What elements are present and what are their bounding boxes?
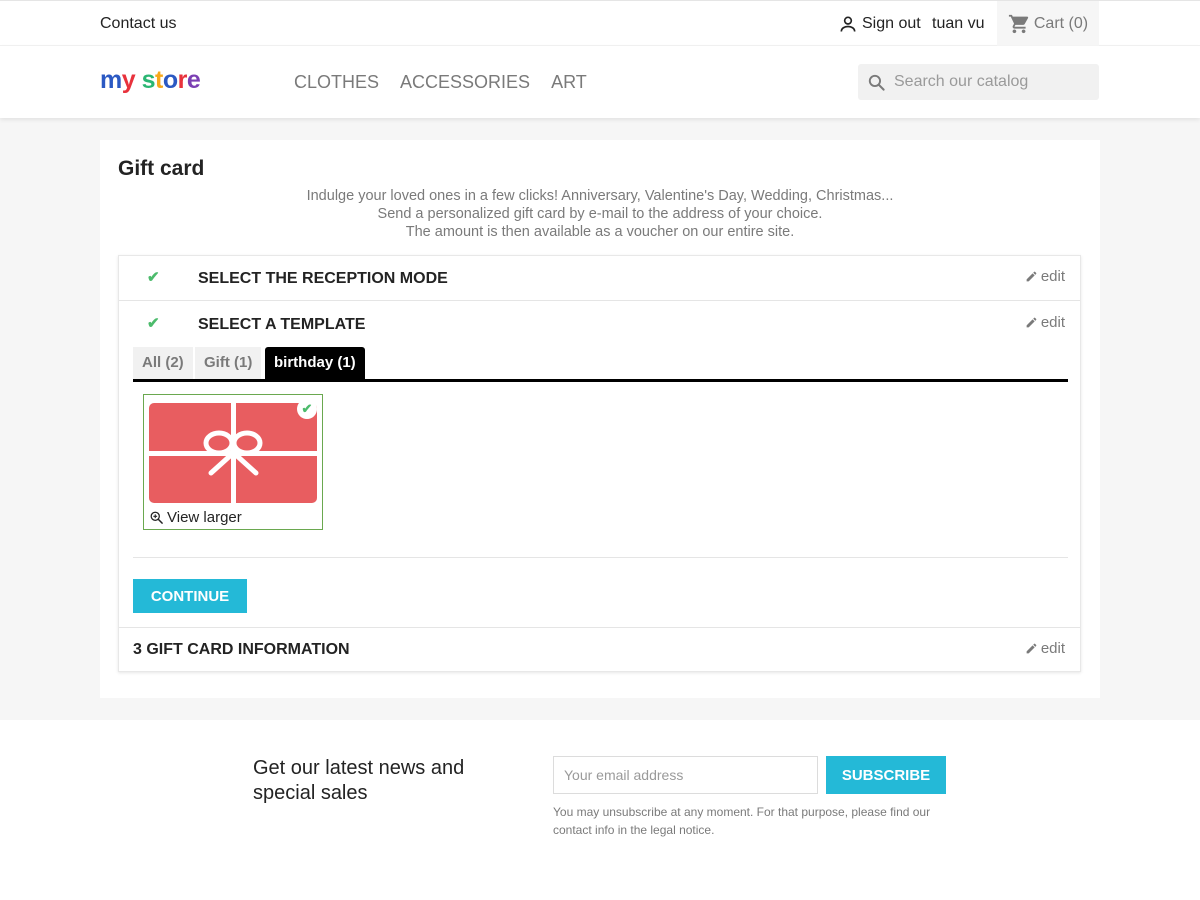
logo-letter: s <box>141 66 156 94</box>
intro-line-1: Indulge your loved ones in a few clicks!… <box>306 188 894 204</box>
logo-letter: t <box>155 66 163 94</box>
step-reception-mode[interactable]: ✔ SELECT THE RECEPTION MODE edit <box>119 256 1080 301</box>
cart-label: Cart (0) <box>1033 14 1089 32</box>
page-title: Gift card <box>118 157 205 180</box>
step-reception-mode-title: SELECT THE RECEPTION MODE <box>198 270 448 287</box>
top-bar: Contact us Sign out tuan vu Cart (0) <box>0 0 1200 46</box>
logo-letter: o <box>162 66 178 94</box>
contact-us-link[interactable]: Contact us <box>100 15 176 33</box>
search-icon[interactable] <box>867 73 886 92</box>
logo-letter: r <box>177 66 188 94</box>
template-card-selected[interactable]: ✔ View larger <box>143 394 323 530</box>
nav-art[interactable]: ART <box>551 72 587 93</box>
check-icon: ✔ <box>147 269 160 286</box>
pencil-icon <box>1026 317 1037 328</box>
newsletter-note: You may unsubscribe at any moment. For t… <box>553 805 931 837</box>
nav-clothes[interactable]: CLOTHES <box>294 72 379 93</box>
edit-gift-card-information-link[interactable]: edit <box>1025 640 1065 657</box>
search-input[interactable] <box>894 73 1094 91</box>
step-divider <box>133 557 1068 558</box>
step-select-template: ✔ SELECT A TEMPLATE edit All (2) Gift (1… <box>119 302 1080 628</box>
tab-birthday[interactable]: birthday (1) <box>265 347 365 379</box>
step-select-template-title: SELECT A TEMPLATE <box>198 316 366 333</box>
continue-button[interactable]: CONTINUE <box>133 579 247 613</box>
logo-letter: e <box>186 66 201 94</box>
store-logo[interactable]: my store <box>100 66 201 95</box>
edit-template-link[interactable]: edit <box>1025 314 1065 331</box>
gift-card-steps: ✔ SELECT THE RECEPTION MODE edit ✔ SELEC… <box>118 255 1081 672</box>
view-larger-label: View larger <box>167 509 242 526</box>
cart-button[interactable]: Cart (0) <box>997 1 1099 46</box>
step-gift-card-information[interactable]: 3 GIFT CARD INFORMATION edit <box>119 628 1080 672</box>
zoom-in-icon <box>150 511 163 524</box>
sign-out-link[interactable]: Sign out <box>838 14 921 34</box>
edit-label: edit <box>1040 268 1065 285</box>
logo-letter: y <box>121 66 136 94</box>
nav-accessories[interactable]: ACCESSORIES <box>400 72 530 93</box>
edit-label: edit <box>1040 640 1065 657</box>
template-category-tabs: All (2) Gift (1) birthday (1) <box>133 347 1068 382</box>
pencil-icon <box>1026 271 1037 282</box>
check-icon: ✔ <box>147 315 160 332</box>
selected-check-icon: ✔ <box>297 399 317 419</box>
logo-letter: m <box>100 66 122 94</box>
cart-icon <box>1008 14 1029 33</box>
main-header: my store CLOTHES ACCESSORIES ART <box>0 46 1200 118</box>
intro-text: Indulge your loved ones in a few clicks!… <box>118 187 1082 241</box>
pencil-icon <box>1026 643 1037 654</box>
user-icon <box>840 16 856 32</box>
newsletter-email-input[interactable] <box>553 756 818 794</box>
subscribe-button[interactable]: SUBSCRIBE <box>826 756 946 794</box>
edit-reception-mode-link[interactable]: edit <box>1025 268 1065 285</box>
view-larger-link[interactable]: View larger <box>149 509 242 526</box>
sign-out-label: Sign out <box>862 15 921 32</box>
newsletter-title: Get our latest news and special sales <box>253 757 465 804</box>
intro-line-2: Send a personalized gift card by e-mail … <box>377 206 823 222</box>
gift-ribbon-graphic <box>149 403 317 503</box>
account-name-link[interactable]: tuan vu <box>932 15 984 33</box>
step-gift-card-information-title: 3 GIFT CARD INFORMATION <box>133 641 350 658</box>
tab-all[interactable]: All (2) <box>133 347 193 379</box>
edit-label: edit <box>1040 314 1065 331</box>
main-nav: CLOTHES ACCESSORIES ART <box>294 72 587 93</box>
gift-card-image[interactable] <box>149 403 317 503</box>
tab-gift[interactable]: Gift (1) <box>195 347 262 379</box>
intro-line-3: The amount is then available as a vouche… <box>405 224 795 240</box>
search-box <box>858 64 1099 100</box>
